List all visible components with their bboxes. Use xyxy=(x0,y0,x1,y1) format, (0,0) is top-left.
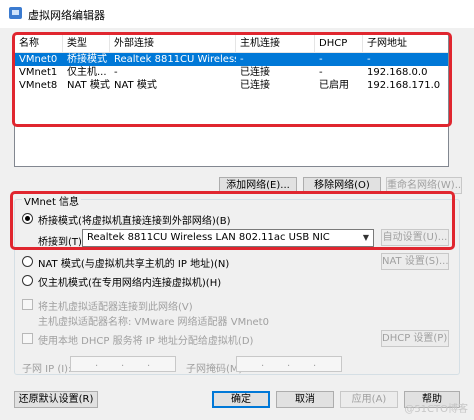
apply-button[interactable]: 应用(A) xyxy=(340,391,398,408)
highlight-box-vmnet xyxy=(10,191,455,250)
nat-radio[interactable] xyxy=(22,256,33,267)
adapter-name-label: 主机虚拟适配器名称: VMware 网络适配器 VMnet0 xyxy=(38,317,269,328)
host-only-radio[interactable] xyxy=(22,275,33,286)
dhcp-label[interactable]: 使用本地 DHCP 服务将 IP 地址分配给虚拟机(D) xyxy=(38,332,253,347)
highlight-box-table xyxy=(12,32,452,127)
title-bar: 虚拟网络编辑器 xyxy=(0,0,474,28)
ok-button[interactable]: 确定 xyxy=(212,391,270,408)
connect-adapter-label[interactable]: 将主机虚拟适配器连接到此网络(V) xyxy=(38,298,193,313)
watermark: @51CTO博客 xyxy=(404,404,468,415)
subnet-ip-input[interactable]: ... xyxy=(70,356,176,372)
cancel-button[interactable]: 取消 xyxy=(276,391,334,408)
network-editor-icon xyxy=(9,7,22,19)
host-only-label[interactable]: 仅主机模式(在专用网络内连接虚拟机)(H) xyxy=(38,274,221,289)
dhcp-checkbox[interactable] xyxy=(22,333,33,344)
subnet-ip-label: 子网 IP (I): xyxy=(22,364,72,375)
nat-label[interactable]: NAT 模式(与虚拟机共享主机的 IP 地址)(N) xyxy=(38,255,229,270)
restore-defaults-button[interactable]: 还原默认设置(R) xyxy=(14,391,98,408)
connect-adapter-checkbox[interactable] xyxy=(22,299,33,310)
dhcp-settings-button[interactable]: DHCP 设置(P)... xyxy=(381,330,449,347)
window-title: 虚拟网络编辑器 xyxy=(28,9,105,22)
subnet-mask-input[interactable]: ... xyxy=(236,356,342,372)
nat-settings-button[interactable]: NAT 设置(S)... xyxy=(381,253,449,270)
